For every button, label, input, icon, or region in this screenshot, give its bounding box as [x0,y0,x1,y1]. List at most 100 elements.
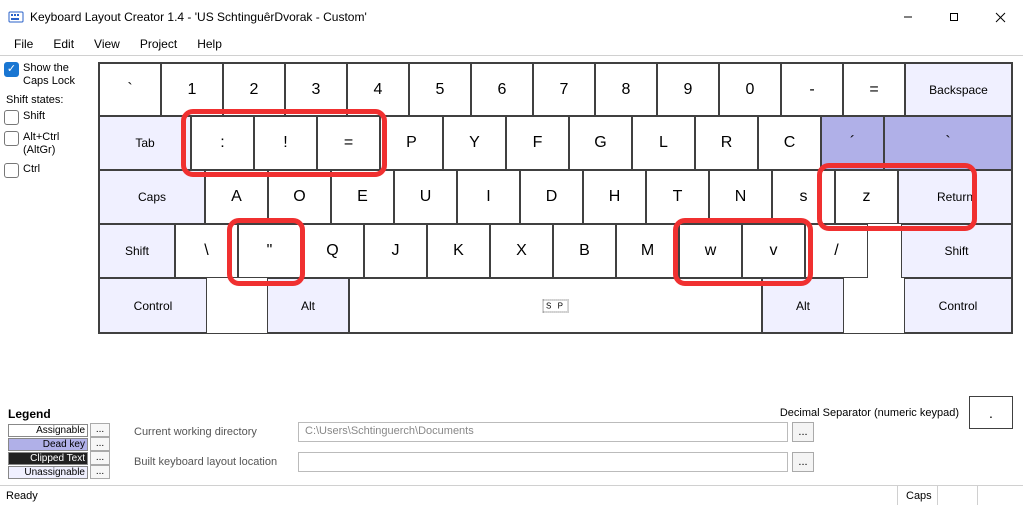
key-9[interactable]: 9 [657,63,719,116]
key-m[interactable]: M [616,224,679,278]
key-n[interactable]: N [709,170,772,224]
key-space[interactable]: S P [349,278,762,333]
key-y[interactable]: Y [443,116,506,170]
key-1[interactable]: 1 [161,63,223,116]
key-q[interactable]: Q [301,224,364,278]
checkbox-show-caps-lock[interactable]: ✓Show the Caps Lock [4,62,96,88]
key-exclaim[interactable]: ! [254,116,317,170]
key-colon[interactable]: : [191,116,254,170]
key-backslash[interactable]: \ [175,224,238,278]
checkbox-shift[interactable]: Shift [4,110,96,125]
key-shift-right[interactable]: Shift [901,224,1012,278]
key-s[interactable]: s [772,170,835,224]
shift-states-label: Shift states: [6,94,96,106]
menu-view[interactable]: View [86,35,128,53]
key-j[interactable]: J [364,224,427,278]
left-panel: ✓Show the Caps Lock Shift states: Shift … [4,62,96,184]
key-row-4: Shift \ " Q J K X B M w v / Shift [99,224,1012,278]
key-0[interactable]: 0 [719,63,781,116]
legend-clipped-more[interactable]: ... [90,451,110,465]
key-b[interactable]: B [553,224,616,278]
key-grave[interactable]: ` [99,63,161,116]
menu-edit[interactable]: Edit [45,35,82,53]
legend-unassignable-more[interactable]: ... [90,465,110,479]
layout-location-label: Built keyboard layout location [134,456,298,468]
key-u[interactable]: U [394,170,457,224]
key-3[interactable]: 3 [285,63,347,116]
key-r[interactable]: R [695,116,758,170]
key-8[interactable]: 8 [595,63,657,116]
cwd-browse-button[interactable]: ... [792,422,814,442]
key-caps[interactable]: Caps [99,170,205,224]
app-icon [8,9,24,25]
key-l[interactable]: L [632,116,695,170]
maximize-button[interactable] [931,0,977,34]
close-button[interactable] [977,0,1023,34]
legend-title: Legend [8,407,116,421]
key-z[interactable]: z [835,170,898,224]
key-h[interactable]: H [583,170,646,224]
key-6[interactable]: 6 [471,63,533,116]
key-c[interactable]: C [758,116,821,170]
window-buttons [885,0,1023,34]
key-return[interactable]: Return [898,170,1012,224]
key-acute-dead[interactable]: ´ [821,116,884,170]
menu-project[interactable]: Project [132,35,185,53]
key-7[interactable]: 7 [533,63,595,116]
key-t[interactable]: T [646,170,709,224]
legend-deadkey-more[interactable]: ... [90,437,110,451]
key-4[interactable]: 4 [347,63,409,116]
key-x[interactable]: X [490,224,553,278]
key-w[interactable]: w [679,224,742,278]
checkbox-altgr[interactable]: Alt+Ctrl (AltGr) [4,131,96,157]
key-control-right[interactable]: Control [904,278,1012,333]
key-alt-right[interactable]: Alt [762,278,844,333]
key-a[interactable]: A [205,170,268,224]
minimize-button[interactable] [885,0,931,34]
status-caps: Caps [897,486,937,505]
key-row-3: Caps A O E U I D H T N s z Return [99,170,1012,224]
key-minus[interactable]: - [781,63,843,116]
status-empty-2 [977,486,1017,505]
status-empty-1 [937,486,977,505]
space-indicator: S P [542,299,569,312]
key-o[interactable]: O [268,170,331,224]
key-k[interactable]: K [427,224,490,278]
checkbox-ctrl[interactable]: Ctrl [4,163,96,178]
key-tab[interactable]: Tab [99,116,191,170]
key-v[interactable]: v [742,224,805,278]
menu-file[interactable]: File [6,35,41,53]
legend-deadkey: Dead key [8,438,88,451]
legend-area: Legend Assignable... Dead key... Clipped… [8,407,1015,481]
key-grave-dead[interactable]: ` [884,116,1012,170]
key-f[interactable]: F [506,116,569,170]
key-shift-left[interactable]: Shift [99,224,175,278]
legend-assignable-more[interactable]: ... [90,423,110,437]
title-bar: Keyboard Layout Creator 1.4 - 'US Schtin… [0,0,1023,34]
legend-clipped: Clipped Text [8,452,88,465]
content-area: ✓Show the Caps Lock Shift states: Shift … [0,55,1023,485]
layout-location-browse-button[interactable]: ... [792,452,814,472]
key-slash[interactable]: / [805,224,868,278]
cwd-label: Current working directory [134,426,298,438]
key-eq2[interactable]: = [317,116,380,170]
key-alt-left[interactable]: Alt [267,278,349,333]
key-e[interactable]: E [331,170,394,224]
key-2[interactable]: 2 [223,63,285,116]
key-quote[interactable]: " [238,224,301,278]
cwd-input[interactable]: C:\Users\Schtinguerch\Documents [298,422,788,442]
key-equals[interactable]: = [843,63,905,116]
key-p[interactable]: P [380,116,443,170]
key-d[interactable]: D [520,170,583,224]
key-row-1: ` 1 2 3 4 5 6 7 8 9 0 - = Backspace [99,63,1012,116]
key-5[interactable]: 5 [409,63,471,116]
layout-location-input[interactable] [298,452,788,472]
key-control-left[interactable]: Control [99,278,207,333]
legend-unassignable: Unassignable [8,466,88,479]
menu-bar: File Edit View Project Help [0,34,1023,54]
menu-help[interactable]: Help [189,35,230,53]
key-i[interactable]: I [457,170,520,224]
key-backspace[interactable]: Backspace [905,63,1012,116]
key-g[interactable]: G [569,116,632,170]
legend-assignable: Assignable [8,424,88,437]
